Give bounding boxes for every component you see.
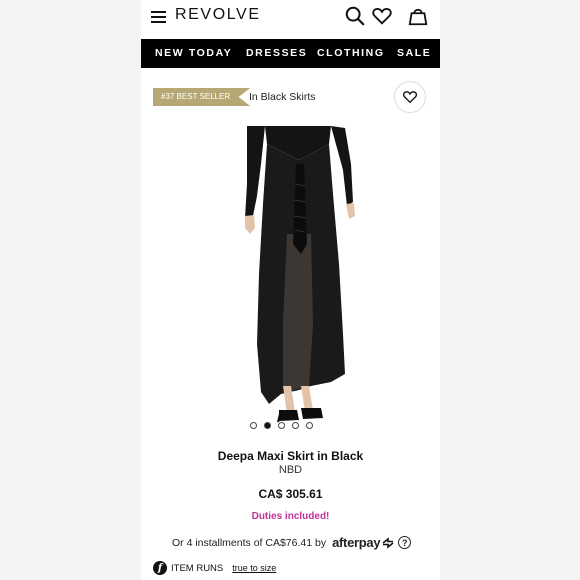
help-icon[interactable]: ? bbox=[398, 536, 412, 549]
nav-item-dresses[interactable]: DRESSES bbox=[246, 47, 307, 59]
heart-icon[interactable] bbox=[371, 5, 393, 27]
product-brand[interactable]: NBD bbox=[141, 464, 440, 476]
best-seller-badge: #37 BEST SELLER bbox=[153, 88, 251, 106]
afterpay-arrows-icon bbox=[382, 536, 394, 549]
installments-text: Or 4 installments of CA$76.41 by bbox=[172, 536, 327, 549]
category-nav: NEW TODAY DRESSES CLOTHING SALE bbox=[141, 39, 440, 68]
fit-label: ITEM RUNS bbox=[171, 562, 224, 574]
true-to-size-link[interactable]: true to size bbox=[232, 563, 276, 573]
carousel-dot[interactable] bbox=[292, 422, 299, 429]
afterpay-installments: Or 4 installments of CA$76.41 by afterpa… bbox=[172, 535, 412, 550]
product-page: REVOLVE NEW TODAY DRESSES CLOTHING SALE … bbox=[141, 0, 440, 580]
carousel-dot-active[interactable] bbox=[264, 422, 271, 429]
product-title: Deepa Maxi Skirt in Black bbox=[217, 449, 364, 463]
duties-notice: Duties included! bbox=[251, 511, 330, 522]
image-carousel-dots bbox=[250, 422, 313, 429]
shopping-bag-icon[interactable] bbox=[407, 5, 429, 27]
carousel-dot[interactable] bbox=[278, 422, 285, 429]
heart-icon bbox=[402, 91, 418, 104]
category-link[interactable]: In Black Skirts bbox=[249, 91, 316, 103]
search-icon[interactable] bbox=[344, 5, 366, 27]
revolve-logo[interactable]: REVOLVE bbox=[175, 6, 261, 24]
nav-item-clothing[interactable]: CLOTHING bbox=[317, 47, 385, 59]
add-to-wishlist-button[interactable] bbox=[394, 81, 426, 113]
carousel-dot[interactable] bbox=[306, 422, 313, 429]
product-price: CA$ 305.61 bbox=[258, 487, 323, 501]
hamburger-menu-icon[interactable] bbox=[151, 11, 166, 23]
nav-item-new-today[interactable]: NEW TODAY bbox=[155, 47, 232, 59]
top-header: REVOLVE bbox=[141, 0, 440, 39]
product-image[interactable] bbox=[161, 124, 421, 424]
nav-item-sale[interactable]: SALE bbox=[397, 47, 431, 59]
fit-info: f ITEM RUNS true to size bbox=[153, 561, 276, 575]
afterpay-logo: afterpay bbox=[332, 535, 381, 550]
fit-icon: f bbox=[153, 561, 167, 575]
carousel-dot[interactable] bbox=[250, 422, 257, 429]
